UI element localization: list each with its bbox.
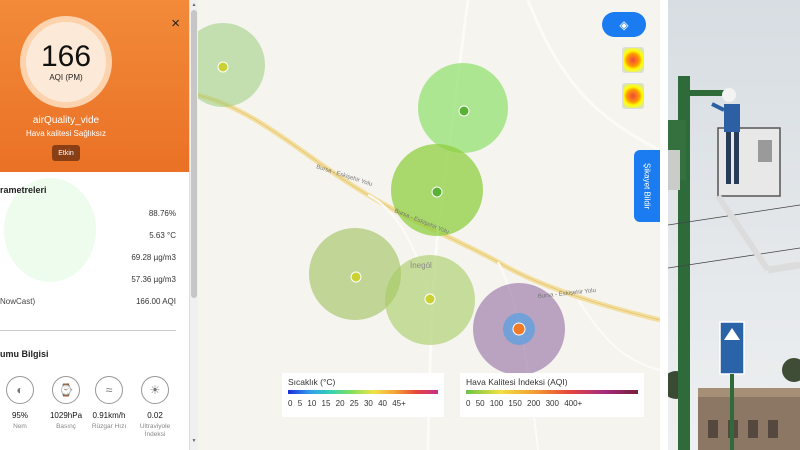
weather-label: Rüzgar Hızı [91, 423, 127, 430]
installation-photo [668, 0, 800, 450]
weather-value: 0.91km/h [92, 411, 126, 420]
temperature-color-scale [288, 390, 438, 394]
param-row-humidity: 88.76% [0, 209, 176, 221]
param-label: NowCast) [0, 297, 36, 306]
weather-info-title: umu Bilgisi [0, 349, 49, 359]
weather-label: Ultraviyole İndeksi [139, 423, 171, 438]
param-value: 5.63 °C [149, 231, 176, 240]
scrollbar-thumb[interactable] [191, 10, 197, 298]
heatmap-layer-thumbnail[interactable] [622, 47, 644, 73]
station-marker [424, 293, 436, 305]
aqi-legend: Hava Kalitesi İndeksi (AQI) 0 50 100 150… [460, 373, 644, 417]
aqi-gauge-inner: 166 AQI (PM) [26, 22, 106, 102]
weather-value: 95% [11, 411, 28, 420]
weather-label: Basınç [56, 423, 76, 430]
param-value: 88.76% [148, 209, 176, 218]
uv-icon: ☀ [141, 376, 169, 404]
air-quality-status: Hava kalitesi Sağlıksız [25, 129, 107, 138]
map-view[interactable]: Bursa - Eskişehir Yolu Bursa - Eskişehir… [198, 0, 660, 450]
humidity-icon: ◐ [6, 376, 34, 404]
station-marker [217, 61, 229, 73]
station-marker [350, 271, 362, 283]
aqi-ticks: 0 50 100 150 200 300 400+ [466, 399, 583, 408]
wind-icon: ≈ [95, 376, 123, 404]
station-name: airQuality_vide [32, 115, 100, 126]
weather-value: 0.02 [147, 411, 163, 420]
weather-label: Nem [13, 423, 27, 430]
param-value: 69.28 µg/m3 [131, 253, 176, 262]
weather-uv: ☀ 0.02 Ultraviyole İndeksi [137, 376, 173, 439]
heatmap-layer-thumbnail[interactable] [622, 83, 644, 109]
param-row-temperature: 5.63 °C [0, 231, 176, 243]
weather-humidity: ◐ 95% Nem [2, 376, 38, 431]
panel-scrollbar[interactable]: ▲ ▼ [190, 0, 198, 450]
pressure-gauge-icon: ⌚ [52, 376, 80, 404]
station-marker [431, 186, 443, 198]
aqi-gauge: 166 AQI (PM) [20, 16, 112, 108]
aqi-value: 166 [40, 40, 92, 73]
station-marker [458, 105, 470, 117]
weather-pressure: ⌚ 1029hPa Basınç [48, 376, 84, 431]
param-row-pm10: 69.28 µg/m3 [0, 253, 176, 265]
temperature-legend: Sıcaklık (°C) 0 5 10 15 20 25 30 40 45+ [282, 373, 444, 417]
aqi-unit: AQI (PM) [49, 73, 83, 82]
parameters-title: rametreleri [0, 185, 47, 195]
pollution-circle [198, 23, 265, 107]
road-label: Bursa - Eskişehir Yolu [315, 164, 372, 188]
param-row-aqi-nowcast: NowCast) 166.00 AQI [0, 297, 176, 309]
photo-illustration [668, 0, 800, 450]
temperature-ticks: 0 5 10 15 20 25 30 40 45+ [288, 399, 406, 408]
station-detail-panel: × 166 AQI (PM) airQuality_vide Hava kali… [0, 0, 190, 450]
weather-value: 1029hPa [49, 411, 83, 420]
param-row-pm25: 57.36 µg/m3 [0, 275, 176, 287]
aqi-legend-title: Hava Kalitesi İndeksi (AQI) [466, 377, 568, 387]
layers-button[interactable]: ◈ [602, 12, 646, 37]
param-value: 166.00 AQI [135, 297, 176, 306]
weather-wind: ≈ 0.91km/h Rüzgar Hızı [91, 376, 127, 431]
section-divider [0, 330, 176, 331]
temperature-legend-title: Sıcaklık (°C) [288, 377, 336, 387]
report-complaint-button[interactable]: Şikayet Bildir [634, 150, 660, 222]
param-value: 57.36 µg/m3 [131, 275, 176, 284]
effects-button[interactable]: Etkin [52, 145, 80, 161]
station-marker [512, 322, 526, 336]
aqi-header: × 166 AQI (PM) airQuality_vide Hava kali… [0, 0, 189, 172]
scroll-up-arrow-icon[interactable]: ▲ [191, 2, 197, 8]
aqi-color-scale [466, 390, 638, 394]
layers-icon: ◈ [619, 17, 629, 32]
city-label: İnegöl [410, 261, 432, 270]
close-button[interactable]: × [171, 16, 180, 31]
scroll-down-arrow-icon[interactable]: ▼ [191, 438, 197, 444]
